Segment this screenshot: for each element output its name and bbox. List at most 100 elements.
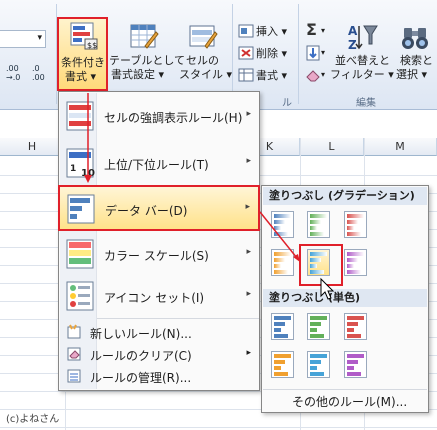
cell-styles-button[interactable]: セルの スタイル ▾ <box>178 20 232 90</box>
delete-button[interactable]: 削除 ▾ <box>236 44 294 62</box>
decrease-decimal-button[interactable]: .0 .00 <box>32 64 54 86</box>
gradient-bar-tile[interactable] <box>307 211 330 238</box>
data-bar <box>274 264 281 268</box>
chevron-right-icon: ▸ <box>245 202 250 212</box>
solid-bar-tile[interactable] <box>344 313 367 340</box>
sort-label-2: フィルター ▾ <box>330 68 394 81</box>
data-bar <box>274 328 281 332</box>
menu-item-label: セルの強調表示ルール(H) <box>104 111 243 125</box>
svg-text:A: A <box>348 24 358 38</box>
data-bar <box>310 322 321 326</box>
data-bar <box>347 258 358 262</box>
solid-bar-tile[interactable] <box>307 351 330 378</box>
format-as-table-button[interactable]: テーブルとして 書式設定 ▾ <box>109 20 185 90</box>
data-bar <box>347 366 354 370</box>
svg-text:1: 1 <box>70 164 76 174</box>
menu-item-icon-sets[interactable]: アイコン セット(I) ▸ <box>60 274 259 320</box>
data-bar <box>274 226 281 230</box>
chevron-down-icon: ▾ <box>321 70 326 79</box>
sort-label-1: 並べ替えと <box>335 54 390 67</box>
data-bar <box>310 214 327 218</box>
find-select-button[interactable]: 検索と 選択 ▾ <box>394 20 437 90</box>
insert-cells-icon <box>238 24 254 38</box>
data-bar <box>310 334 324 338</box>
insert-label: 挿入 ▾ <box>256 25 288 38</box>
solid-bar-tile[interactable] <box>271 313 294 340</box>
menu-item-top-bottom-rules[interactable]: 1 10 上位/下位ルール(T) ▸ <box>60 141 259 187</box>
fill-button[interactable]: ▾ <box>304 44 330 62</box>
data-bar <box>274 360 285 364</box>
menu-item-label: データ バー(D) <box>105 204 188 218</box>
solid-fill-header: 塗りつぶし (単色) <box>263 289 427 307</box>
menu-item-label: 新しいルール(N)... <box>90 327 192 341</box>
increase-decimal-button[interactable]: .00 →.0 <box>6 64 28 86</box>
svg-text:$$: $$ <box>87 41 97 50</box>
data-bar <box>347 232 361 236</box>
data-bar <box>310 366 317 370</box>
format-label: 書式 ▾ <box>256 69 288 82</box>
conditional-formatting-button[interactable]: $$ 条件付き 書式 ▾ <box>57 17 108 91</box>
more-rules-item[interactable]: その他のルール(M)... <box>292 393 407 410</box>
menu-item-label: ルールの管理(R)... <box>90 371 192 385</box>
solid-bar-tile[interactable] <box>344 351 367 378</box>
color-scales-icon <box>66 239 94 269</box>
column-header-m[interactable]: M <box>364 138 437 156</box>
gradient-bar-tile[interactable] <box>344 211 367 238</box>
table-label-1: テーブルとして <box>109 54 186 67</box>
format-cells-icon <box>238 68 254 82</box>
menu-item-highlight-rules[interactable]: セルの強調表示ルール(H) ▸ <box>60 94 259 140</box>
gradient-fill-header: 塗りつぶし (グラデーション) <box>263 187 427 205</box>
cell-styles-icon <box>189 25 218 49</box>
gradient-bar-tile[interactable] <box>271 249 294 276</box>
sigma-icon: Σ <box>306 20 317 39</box>
data-bar <box>310 354 327 358</box>
clear-button[interactable]: ▾ <box>304 66 330 84</box>
chevron-right-icon: ▸ <box>246 247 251 257</box>
number-format-dropdown[interactable]: ▾ <box>0 30 46 48</box>
gradient-bar-tile[interactable] <box>344 249 367 276</box>
data-bar <box>347 220 358 224</box>
column-header-l[interactable]: L <box>300 138 364 156</box>
data-bar <box>274 354 291 358</box>
cf-label-1: 条件付き <box>61 56 105 69</box>
menu-item-new-rule[interactable]: 新しいルール(N)... <box>60 321 259 343</box>
conditional-formatting-icon: $$ <box>70 22 98 50</box>
data-bar <box>274 322 285 326</box>
data-bar <box>274 366 281 370</box>
chevron-right-icon: ▸ <box>246 109 251 119</box>
solid-bar-tile[interactable] <box>271 351 294 378</box>
data-bar <box>274 232 288 236</box>
column-header-h[interactable]: H <box>0 138 65 156</box>
solid-bar-tile[interactable] <box>307 313 330 340</box>
sort-filter-button[interactable]: A Z 並べ替えと フィルター ▾ <box>330 20 394 90</box>
autosum-button[interactable]: Σ ▾ <box>304 20 330 40</box>
gradient-bar-tile[interactable] <box>271 211 294 238</box>
data-bar <box>274 270 288 274</box>
selected-tile-highlight <box>299 244 343 286</box>
menu-item-data-bars[interactable]: データ バー(D) ▸ <box>58 185 260 231</box>
highlight-cells-rules-icon <box>66 101 94 131</box>
data-bars-icon <box>67 194 95 224</box>
table-label-2: 書式設定 ▾ <box>111 68 165 81</box>
data-bar <box>347 372 361 376</box>
data-bar <box>274 258 285 262</box>
data-bar <box>310 372 324 376</box>
data-bar <box>347 354 364 358</box>
data-bar <box>310 360 321 364</box>
menu-item-clear-rules[interactable]: ルールのクリア(C) ▸ <box>60 343 259 365</box>
data-bar <box>274 214 291 218</box>
new-rule-icon <box>67 324 81 339</box>
data-bar <box>347 252 364 256</box>
cellstyle-label-2: スタイル ▾ <box>179 68 233 81</box>
insert-button[interactable]: 挿入 ▾ <box>236 22 294 40</box>
menu-item-label: 上位/下位ルール(T) <box>104 158 209 172</box>
format-button[interactable]: 書式 ▾ <box>236 66 294 84</box>
data-bar <box>347 360 358 364</box>
data-bar <box>310 328 317 332</box>
data-bar <box>347 334 361 338</box>
edit-group-label: 編集 <box>356 98 376 109</box>
menu-item-color-scales[interactable]: カラー スケール(S) ▸ <box>60 232 259 278</box>
cf-label-2: 書式 ▾ <box>65 70 97 83</box>
menu-item-manage-rules[interactable]: ルールの管理(R)... <box>60 365 259 387</box>
data-bar <box>347 328 354 332</box>
